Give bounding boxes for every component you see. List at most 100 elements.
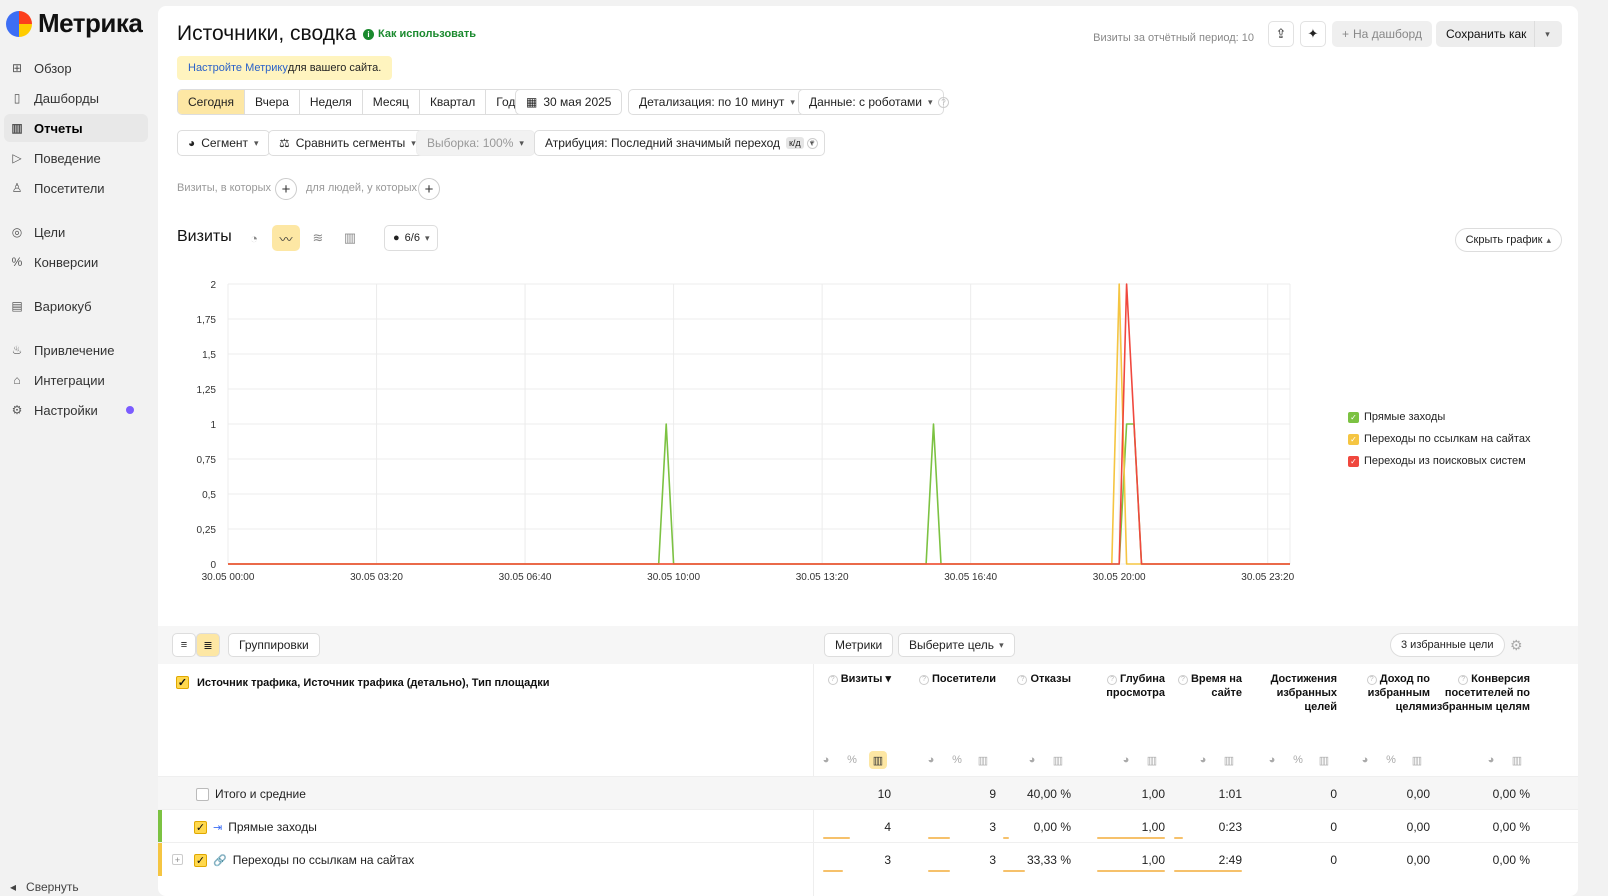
bar-view-icon[interactable]: ▥ — [869, 751, 887, 769]
to-dashboard-button[interactable]: + На дашборд — [1332, 21, 1432, 47]
sidebar-item-settings[interactable]: ⚙ Настройки — [4, 396, 148, 424]
add-people-filter-button[interactable]: + — [418, 178, 440, 200]
column-header[interactable]: ? Доход по избранным целям — [1350, 672, 1430, 714]
table-cell: 10 — [877, 787, 891, 801]
pie-view-icon[interactable]: ◕ — [817, 751, 835, 769]
sidebar-item-variocube[interactable]: ▤ Вариокуб — [4, 292, 148, 320]
table-row[interactable]: ✓ ⇥ Прямые заходы 4 3 0,00 % 1,00 0:23 0 0,00 0,00… — [158, 809, 1578, 843]
percent-view-icon[interactable]: % — [948, 751, 966, 769]
sidebar-item-reports[interactable]: ▥ Отчеты — [4, 114, 148, 142]
pie-view-icon[interactable]: ◕ — [1194, 751, 1212, 769]
period-week[interactable]: Неделя — [299, 90, 363, 114]
help-icon[interactable]: ? — [1458, 675, 1469, 685]
bar-view-icon[interactable]: ▥ — [974, 751, 992, 769]
period-quarter[interactable]: Квартал — [419, 90, 487, 114]
table-row[interactable]: + ✓ 🔗 Переходы по ссылкам на сайтах 3 3 33,33 … — [158, 842, 1578, 876]
pie-view-icon[interactable]: ◕ — [922, 751, 940, 769]
series-select[interactable]: ● 6/6 ▾ — [384, 225, 439, 251]
table-cell: 0,00 — [1406, 787, 1430, 801]
sidebar-item-overview[interactable]: ⊞ Обзор — [4, 54, 148, 82]
column-header[interactable]: ? Визиты ▾ — [811, 672, 891, 686]
sidebar-item-acquisition[interactable]: ♨ Привлечение — [4, 336, 148, 364]
ai-assistant-button[interactable]: ✦ — [1300, 21, 1326, 47]
legend-item[interactable]: ✓ Прямые заходы — [1348, 406, 1530, 428]
bar-view-icon[interactable]: ▥ — [1408, 751, 1426, 769]
collapse-sidebar-button[interactable]: ◂ Свернуть — [10, 880, 79, 894]
sidebar-item-label: Цели — [34, 224, 66, 240]
date-picker[interactable]: ▦ 30 мая 2025 — [515, 89, 623, 115]
chart-legend: ✓ Прямые заходы ✓ Переходы по ссылкам на с… — [1348, 406, 1530, 472]
totals-row[interactable]: Итого и средние 10 9 40,00 % 1,00 1:01 0 0,00 0,… — [158, 776, 1578, 809]
checkbox-icon[interactable]: ✓ — [194, 820, 207, 834]
sidebar-item-dashboards[interactable]: ▯ Дашборды — [4, 84, 148, 112]
how-to-use-link[interactable]: i Как использовать — [363, 28, 476, 40]
period-yesterday[interactable]: Вчера — [245, 90, 300, 114]
percent-view-icon[interactable]: % — [843, 751, 861, 769]
bar-view-icon[interactable]: ▥ — [1049, 751, 1067, 769]
chart-type-bar[interactable]: ▥ — [336, 225, 364, 251]
help-icon[interactable]: ? — [1366, 675, 1377, 685]
add-visit-filter-button[interactable]: + — [275, 178, 297, 200]
column-header-label: Визиты ▾ — [840, 673, 891, 685]
bar-view-icon[interactable]: ▥ — [1315, 751, 1333, 769]
pie-view-icon[interactable]: ◕ — [1023, 751, 1041, 769]
help-icon[interactable]: ? — [807, 138, 818, 149]
sidebar-item-integrations[interactable]: ⌂ Интеграции — [4, 366, 148, 394]
help-icon[interactable]: ? — [1177, 675, 1188, 685]
table-view-flat[interactable]: ≡ — [172, 633, 196, 657]
help-icon[interactable]: ? — [827, 675, 838, 685]
pie-view-icon[interactable]: ◕ — [1263, 751, 1281, 769]
percent-view-icon[interactable]: % — [1382, 751, 1400, 769]
column-header[interactable]: ? Посетители — [906, 672, 996, 686]
period-today[interactable]: Сегодня — [178, 90, 245, 114]
segment-select[interactable]: ◕ Сегмент ▾ — [177, 130, 270, 156]
help-icon[interactable]: ? — [919, 675, 930, 685]
bar-view-icon[interactable]: ▥ — [1143, 751, 1161, 769]
legend-item[interactable]: ✓ Переходы по ссылкам на сайтах — [1348, 428, 1530, 450]
pie-view-icon[interactable]: ◕ — [1356, 751, 1374, 769]
compare-segments-select[interactable]: ⚖ Сравнить сегменты ▾ — [268, 130, 427, 156]
table-settings-icon[interactable]: ⚙ — [1510, 637, 1523, 654]
legend-item[interactable]: ✓ Переходы из поисковых систем — [1348, 450, 1530, 472]
checkbox-icon[interactable]: ✓ — [194, 853, 207, 867]
chart-type-pie[interactable]: ◔ — [240, 225, 268, 251]
chart-type-area[interactable]: ≋ — [304, 225, 332, 251]
choose-goal-select[interactable]: Выберите цель ▾ — [898, 633, 1015, 657]
pie-view-icon[interactable]: ◕ — [1482, 751, 1500, 769]
checkbox-icon[interactable]: ✓ — [176, 676, 189, 689]
metrics-button[interactable]: Метрики — [824, 633, 894, 657]
table-cell: 0:23 — [1218, 820, 1242, 834]
sidebar-item-conversions[interactable]: % Конверсии — [4, 248, 148, 276]
logo[interactable]: Метрика — [6, 8, 143, 39]
bar-view-icon[interactable]: ▥ — [1220, 751, 1238, 769]
period-month[interactable]: Месяц — [362, 90, 420, 114]
save-as-dropdown[interactable]: ▾ — [1534, 21, 1560, 47]
help-icon[interactable]: ? — [938, 97, 949, 108]
hide-chart-button[interactable]: Скрыть график ▴ — [1454, 228, 1562, 252]
detail-select[interactable]: Детализация: по 10 минут ▾ — [628, 89, 806, 115]
column-header[interactable]: ? Глубина просмотра — [1085, 672, 1165, 700]
chart-type-line[interactable]: 〰 — [272, 225, 300, 251]
help-icon[interactable]: ? — [1017, 675, 1028, 685]
checkbox-icon[interactable] — [196, 787, 209, 801]
sidebar-item-behavior[interactable]: ▷ Поведение — [4, 144, 148, 172]
sidebar-item-visitors[interactable]: ♙ Посетители — [4, 174, 148, 202]
column-header[interactable]: ? Отказы — [1001, 672, 1071, 686]
setup-metrika-link[interactable]: Настройте Метрику — [188, 62, 288, 74]
table-view-tree[interactable]: ≣ — [196, 633, 220, 657]
expand-row-button[interactable]: + — [172, 854, 183, 865]
collapse-label: Свернуть — [26, 880, 79, 894]
robots-select[interactable]: Данные: с роботами ▾ — [798, 89, 944, 115]
groupings-button[interactable]: Группировки — [228, 633, 320, 657]
favorite-goals-button[interactable]: 3 избранные цели — [1390, 633, 1505, 657]
sidebar-item-goals[interactable]: ◎ Цели — [4, 218, 148, 246]
percent-view-icon[interactable]: % — [1289, 751, 1307, 769]
column-header[interactable]: Достижения избранных целей — [1247, 672, 1337, 714]
column-header[interactable]: ? Конверсия посетителей по избранным целя… — [1430, 672, 1530, 714]
attribution-select[interactable]: Атрибуция: Последний значимый переход к/д… — [534, 130, 826, 156]
export-button[interactable]: ⇪ — [1268, 21, 1294, 47]
column-header[interactable]: ? Время на сайте — [1172, 672, 1242, 700]
bar-view-icon[interactable]: ▥ — [1508, 751, 1526, 769]
help-icon[interactable]: ? — [1107, 675, 1118, 685]
pie-view-icon[interactable]: ◕ — [1117, 751, 1135, 769]
